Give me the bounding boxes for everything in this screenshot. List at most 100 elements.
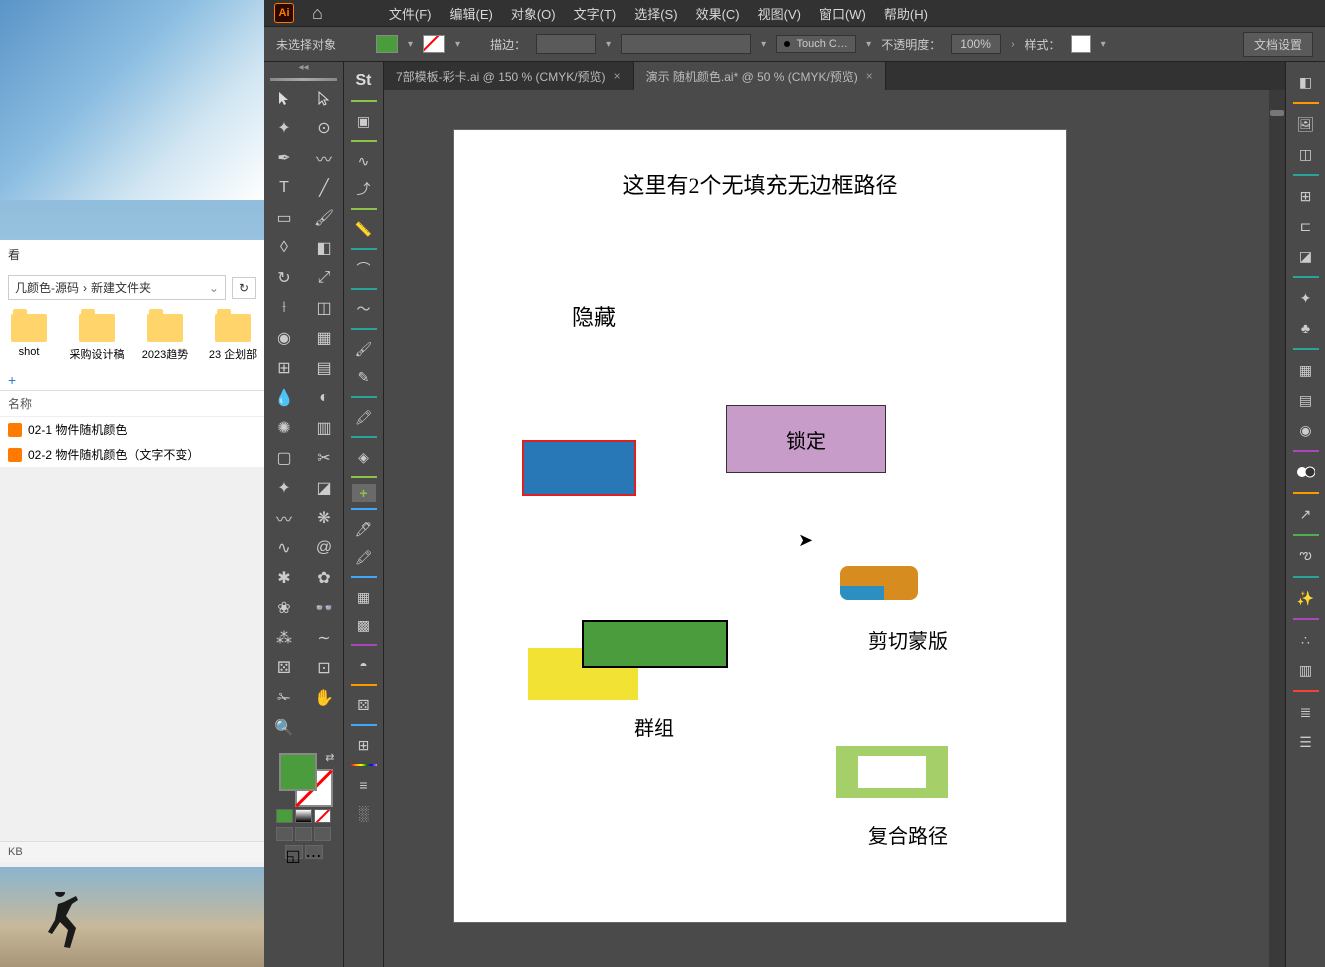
- chevron-down-icon[interactable]: ▾: [761, 39, 766, 50]
- menu-view[interactable]: 视图(V): [758, 4, 801, 23]
- folder-item[interactable]: shot: [4, 314, 54, 362]
- panel-collapse-icon[interactable]: ◂◂: [264, 62, 343, 76]
- appearance-icon[interactable]: ♣: [1291, 314, 1321, 342]
- menu-object[interactable]: 对象(O): [511, 4, 556, 23]
- mesh-tool[interactable]: ⊞: [264, 353, 304, 383]
- twirl-tool[interactable]: @: [304, 533, 344, 563]
- ai-logo-icon[interactable]: Ai: [274, 3, 294, 23]
- artboard[interactable]: 这里有2个无填充无边框路径 隐藏 锁定 群组 剪切蒙版: [454, 130, 1066, 922]
- canvas-viewport[interactable]: 这里有2个无填充无边框路径 隐藏 锁定 群组 剪切蒙版: [384, 90, 1285, 967]
- chevron-down-icon[interactable]: ▾: [606, 39, 611, 50]
- folder-item[interactable]: 2023趋势: [140, 314, 190, 362]
- chevron-down-icon[interactable]: ▾: [866, 39, 871, 50]
- knife-tool[interactable]: ✁: [264, 683, 304, 713]
- curvature-tool[interactable]: 〰: [304, 143, 344, 173]
- shape-icon[interactable]: ◈: [349, 444, 379, 470]
- magic-wand-tool[interactable]: ✦: [264, 113, 304, 143]
- fill-swatch-large[interactable]: [279, 753, 317, 791]
- vertical-scrollbar[interactable]: [1269, 90, 1285, 967]
- menu-type[interactable]: 文字(T): [574, 4, 617, 23]
- crop-tool[interactable]: ⊡: [304, 653, 344, 683]
- bloat-tool[interactable]: ✿: [304, 563, 344, 593]
- artboard-text-clip[interactable]: 剪切蒙版: [868, 625, 948, 654]
- artboard-text-group[interactable]: 群组: [634, 712, 674, 741]
- transform-icon[interactable]: ✦: [1291, 284, 1321, 312]
- compound-path-shape[interactable]: [836, 746, 948, 798]
- line-tool[interactable]: ╱: [304, 173, 344, 203]
- free-transform-tool[interactable]: ◫: [304, 293, 344, 323]
- style-swatch[interactable]: [1071, 35, 1091, 53]
- stock-icon[interactable]: St: [349, 68, 379, 94]
- artboard-text-compound[interactable]: 复合路径: [868, 820, 948, 849]
- list-icon[interactable]: ☰: [1291, 728, 1321, 756]
- green-rectangle[interactable]: [582, 620, 728, 668]
- home-icon[interactable]: ⌂: [312, 3, 323, 24]
- smooth-tool[interactable]: ∼: [304, 623, 344, 653]
- scallop-tool[interactable]: ❀: [264, 593, 304, 623]
- free-distort-tool[interactable]: ◪: [304, 473, 344, 503]
- align-left-icon[interactable]: ⊏: [1291, 212, 1321, 240]
- scatter-icon[interactable]: ∴: [1291, 626, 1321, 654]
- style-label[interactable]: 样式：: [1025, 36, 1061, 53]
- crop-icon[interactable]: ▣: [349, 108, 379, 134]
- width-tool[interactable]: ⟊: [264, 293, 304, 323]
- graph-tool[interactable]: ▥: [304, 413, 344, 443]
- draw-inside[interactable]: [314, 827, 331, 841]
- selection-tool[interactable]: [264, 83, 304, 113]
- marker-icon[interactable]: 🖊: [349, 516, 379, 542]
- blend-tool[interactable]: ◐: [304, 383, 344, 413]
- opacity-label[interactable]: 不透明度：: [881, 36, 941, 53]
- pucker-tool[interactable]: ✱: [264, 563, 304, 593]
- document-setup-button[interactable]: 文档设置: [1243, 32, 1313, 57]
- path-segment[interactable]: 新建文件夹: [91, 279, 151, 296]
- brushes-icon[interactable]: ▤: [1291, 386, 1321, 414]
- color-icon[interactable]: [1291, 458, 1321, 486]
- hand-tool[interactable]: ✋: [304, 683, 344, 713]
- wrinkle-tool[interactable]: 〰: [264, 503, 304, 533]
- none-mode[interactable]: [314, 809, 331, 823]
- scrollbar-thumb[interactable]: [1270, 110, 1284, 116]
- texture-icon[interactable]: ▦: [349, 584, 379, 610]
- artboard-text-hidden[interactable]: 隐藏: [572, 300, 616, 332]
- shaper-tool[interactable]: ◊: [264, 233, 304, 263]
- warp-tool[interactable]: ∿: [264, 533, 304, 563]
- direct-selection-tool[interactable]: [304, 83, 344, 113]
- crystallize-tool[interactable]: ❋: [304, 503, 344, 533]
- symbol-sprayer-tool[interactable]: ✺: [264, 413, 304, 443]
- purple-rectangle-locked[interactable]: 锁定: [726, 405, 886, 473]
- dice-tool[interactable]: ⚄: [264, 653, 304, 683]
- pattern-icon[interactable]: ▩: [349, 612, 379, 638]
- brush-icon[interactable]: 🖌: [349, 336, 379, 362]
- rotate-tool[interactable]: ↻: [264, 263, 304, 293]
- bars-icon[interactable]: ≡: [349, 772, 379, 798]
- swatches-icon[interactable]: ▦: [1291, 356, 1321, 384]
- close-icon[interactable]: ×: [866, 69, 873, 83]
- fill-stroke-swatches[interactable]: ⇄: [279, 753, 329, 803]
- perspective-tool[interactable]: ▦: [304, 323, 344, 353]
- folder-item[interactable]: 23 企划部: [208, 314, 258, 362]
- chevron-down-icon[interactable]: ▾: [408, 39, 413, 50]
- chevron-down-icon[interactable]: ▾: [455, 39, 460, 50]
- slice-tool[interactable]: ✂: [304, 443, 344, 473]
- document-tab[interactable]: 演示 随机颜色.ai* @ 50 % (CMYK/预览) ×: [634, 62, 886, 90]
- menu-select[interactable]: 选择(S): [634, 4, 677, 23]
- screen-mode[interactable]: ◱: [285, 845, 303, 859]
- blue-rectangle[interactable]: [522, 440, 636, 496]
- align-icon[interactable]: ⊞: [1291, 182, 1321, 210]
- properties-icon[interactable]: ◧: [1291, 68, 1321, 96]
- file-row[interactable]: 02-1 物件随机颜色: [0, 417, 264, 442]
- pathfinder-icon[interactable]: ◪: [1291, 242, 1321, 270]
- pencil-icon[interactable]: ✎: [349, 364, 379, 390]
- menu-help[interactable]: 帮助(H): [884, 4, 928, 23]
- menu-effect[interactable]: 效果(C): [696, 4, 740, 23]
- menu-edit[interactable]: 编辑(E): [449, 4, 492, 23]
- paintbrush-tool[interactable]: 🖌: [304, 203, 344, 233]
- zoom-tool[interactable]: 🔍: [264, 713, 304, 743]
- add-icon[interactable]: +: [352, 484, 376, 502]
- paint-icon[interactable]: 🖍: [349, 404, 379, 430]
- stack-icon[interactable]: ≣: [1291, 698, 1321, 726]
- export-icon[interactable]: ↗: [1291, 500, 1321, 528]
- type-tool[interactable]: T: [264, 173, 304, 203]
- path-icon[interactable]: ⤴: [349, 176, 379, 202]
- symbols-icon[interactable]: ◉: [1291, 416, 1321, 444]
